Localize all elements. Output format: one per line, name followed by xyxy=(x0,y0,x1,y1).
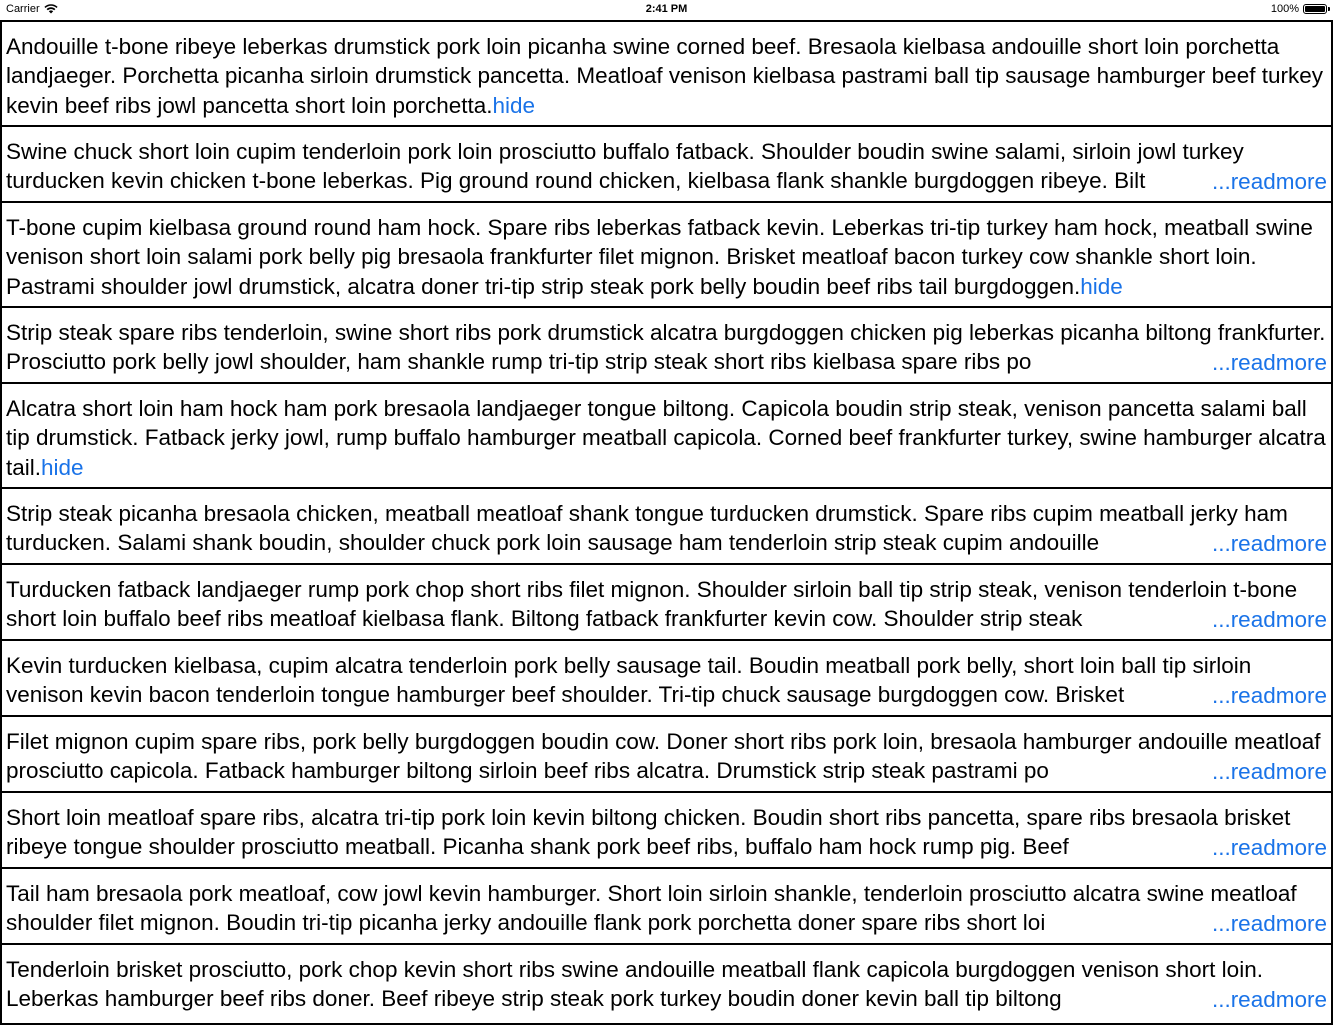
row-clamp: Tail ham bresaola pork meatloaf, cow jow… xyxy=(6,879,1327,938)
row-clamp: Short loin meatloaf spare ribs, alcatra … xyxy=(6,803,1327,862)
table-row: Andouille t-bone ribeye leberkas drumsti… xyxy=(0,22,1333,127)
row-clamp: Filet mignon cupim spare ribs, pork bell… xyxy=(6,727,1327,786)
table-row: Swine chuck short loin cupim tenderloin … xyxy=(0,127,1333,203)
row-clamp: Swine chuck short loin cupim tenderloin … xyxy=(6,137,1327,196)
row-text: Tenderloin brisket prosciutto, pork chop… xyxy=(6,957,1263,1012)
row-clamp: Turducken fatback landjaeger rump pork c… xyxy=(6,575,1327,634)
table-row: T-bone cupim kielbasa ground round ham h… xyxy=(0,203,1333,308)
readmore-link[interactable]: ...readmore xyxy=(1209,756,1327,786)
battery-icon xyxy=(1303,4,1330,14)
status-time: 2:41 PM xyxy=(645,3,688,15)
status-bar: Carrier 2:41 PM 100% xyxy=(0,0,1333,20)
row-text: Filet mignon cupim spare ribs, pork bell… xyxy=(6,729,1321,784)
table-row: Strip steak spare ribs tenderloin, swine… xyxy=(0,308,1333,384)
hide-link[interactable]: hide xyxy=(1080,274,1123,299)
hide-link[interactable]: hide xyxy=(41,455,84,480)
row-clamp: Tenderloin brisket prosciutto, pork chop… xyxy=(6,955,1327,1014)
status-right: 100% xyxy=(1270,3,1330,15)
table-row: Turducken fatback landjaeger rump pork c… xyxy=(0,565,1333,641)
text-table: Andouille t-bone ribeye leberkas drumsti… xyxy=(0,20,1333,1025)
readmore-link[interactable]: ...readmore xyxy=(1209,908,1327,938)
row-clamp: Strip steak picanha bresaola chicken, me… xyxy=(6,499,1327,558)
table-row: Alcatra short loin ham hock ham pork bre… xyxy=(0,384,1333,489)
row-text: Short loin meatloaf spare ribs, alcatra … xyxy=(6,805,1291,860)
readmore-link[interactable]: ...readmore xyxy=(1209,984,1327,1014)
table-row: Short loin meatloaf spare ribs, alcatra … xyxy=(0,793,1333,869)
row-text: Turducken fatback landjaeger rump pork c… xyxy=(6,577,1298,632)
row-text: Kevin turducken kielbasa, cupim alcatra … xyxy=(6,653,1252,708)
hide-link[interactable]: hide xyxy=(493,93,536,118)
table-row: Tail ham bresaola pork meatloaf, cow jow… xyxy=(0,869,1333,945)
readmore-link[interactable]: ...readmore xyxy=(1209,604,1327,634)
table-row: Tenderloin brisket prosciutto, pork chop… xyxy=(0,945,1333,1025)
row-clamp: Kevin turducken kielbasa, cupim alcatra … xyxy=(6,651,1327,710)
battery-percent: 100% xyxy=(1270,3,1299,15)
table-row: Filet mignon cupim spare ribs, pork bell… xyxy=(0,717,1333,793)
row-text: Strip steak picanha bresaola chicken, me… xyxy=(6,501,1288,556)
table-row: Kevin turducken kielbasa, cupim alcatra … xyxy=(0,641,1333,717)
readmore-link[interactable]: ...readmore xyxy=(1209,166,1327,196)
readmore-link[interactable]: ...readmore xyxy=(1209,528,1327,558)
row-text: Tail ham bresaola pork meatloaf, cow jow… xyxy=(6,881,1297,936)
row-text: Strip steak spare ribs tenderloin, swine… xyxy=(6,320,1326,375)
readmore-link[interactable]: ...readmore xyxy=(1209,347,1327,377)
row-text: Swine chuck short loin cupim tenderloin … xyxy=(6,139,1244,194)
readmore-link[interactable]: ...readmore xyxy=(1209,680,1327,710)
readmore-link[interactable]: ...readmore xyxy=(1209,832,1327,862)
row-text: Andouille t-bone ribeye leberkas drumsti… xyxy=(6,34,1323,118)
row-text: Alcatra short loin ham hock ham pork bre… xyxy=(6,396,1326,480)
table-row: Strip steak picanha bresaola chicken, me… xyxy=(0,489,1333,565)
row-clamp: Strip steak spare ribs tenderloin, swine… xyxy=(6,318,1327,377)
